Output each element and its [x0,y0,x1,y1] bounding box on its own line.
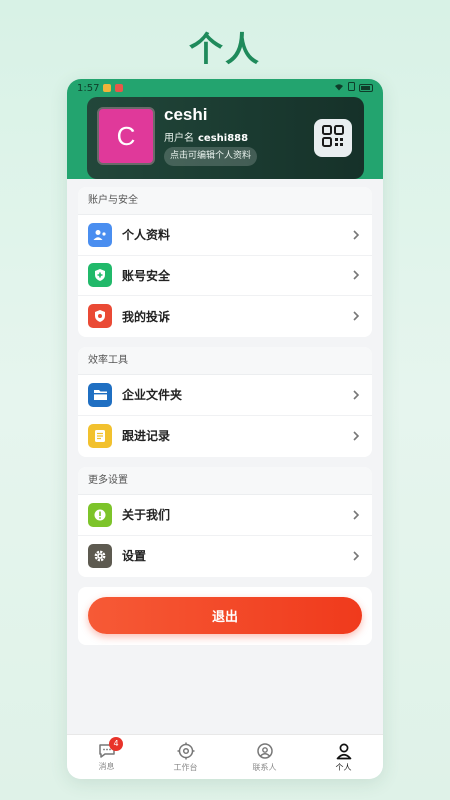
tab-messages[interactable]: 4 消息 [67,735,146,779]
gear-icon [88,543,112,568]
chevron-right-icon [353,431,360,441]
complaint-icon [88,304,112,329]
menu-item-settings[interactable]: 设置 [78,536,372,577]
qr-code-button[interactable] [314,119,352,157]
tab-label: 联系人 [252,762,277,772]
chevron-right-icon [353,390,360,400]
battery-icon [359,84,373,92]
section-title: 更多设置 [78,467,372,495]
menu-item-profile[interactable]: 个人资料 [78,215,372,256]
tab-label: 个人 [335,762,352,772]
menu-item-label: 跟进记录 [122,429,171,444]
menu-item-about-us[interactable]: 关于我们 [78,495,372,536]
status-bar: 1:57 [67,79,383,97]
section-title: 账户与安全 [78,187,372,215]
user-id-value: ceshi888 [198,133,249,144]
menu-item-complaints[interactable]: 我的投诉 [78,296,372,337]
info-icon [88,502,112,527]
contacts-icon [256,742,273,759]
shield-icon [88,263,112,288]
chevron-right-icon [353,551,360,561]
bottom-tab-bar: 4 消息 工作台 联系人 个人 [67,734,383,779]
chevron-right-icon [353,510,360,520]
tab-contacts[interactable]: 联系人 [225,735,304,779]
tab-workbench[interactable]: 工作台 [146,735,225,779]
page-heading: 个人 [189,30,261,70]
logout-button[interactable]: 退出 [88,597,362,634]
user-id-row: 用户名 ceshi888 [164,129,248,144]
menu-item-label: 我的投诉 [122,309,171,324]
username: ceshi [164,105,208,124]
app-notification-icon [115,84,124,92]
chevron-right-icon [353,230,360,240]
avatar[interactable]: C [97,107,155,165]
notification-icon [103,84,112,92]
person-icon [336,743,351,759]
wifi-icon [334,83,344,94]
workbench-icon [177,742,194,759]
profile-icon [88,222,112,247]
unread-badge: 4 [109,737,123,751]
tab-personal[interactable]: 个人 [304,735,383,779]
menu-item-company-folder[interactable]: 企业文件夹 [78,375,372,416]
menu-item-label: 个人资料 [122,228,171,243]
edit-profile-hint[interactable]: 点击可编辑个人资料 [164,147,258,166]
tab-label: 工作台 [173,762,198,772]
folder-icon [88,382,112,407]
section-account: 账户与安全 个人资料 账号安全 我的投诉 [78,187,372,337]
menu-item-label: 设置 [122,549,147,564]
phone-screen: 1:57 C ceshi 用户名 ceshi888 点击可编辑个人资料 账户与安… [67,79,383,779]
menu-item-label: 关于我们 [122,508,171,523]
record-icon [88,423,112,448]
qr-code-icon [321,124,345,152]
user-id-label: 用户名 [164,133,194,144]
menu-item-label: 账号安全 [122,268,171,283]
menu-item-label: 企业文件夹 [122,388,183,403]
menu-item-account-security[interactable]: 账号安全 [78,256,372,296]
section-more-settings: 更多设置 关于我们 设置 [78,467,372,577]
chevron-right-icon [353,311,360,321]
logout-panel: 退出 [78,587,372,645]
profile-card[interactable]: C ceshi 用户名 ceshi888 点击可编辑个人资料 [87,97,364,179]
section-title: 效率工具 [78,347,372,375]
tab-label: 消息 [98,761,115,771]
menu-item-follow-up[interactable]: 跟进记录 [78,416,372,457]
status-time: 1:57 [77,82,100,94]
chevron-right-icon [353,270,360,280]
section-efficiency: 效率工具 企业文件夹 跟进记录 [78,347,372,457]
sim-icon [348,82,355,94]
